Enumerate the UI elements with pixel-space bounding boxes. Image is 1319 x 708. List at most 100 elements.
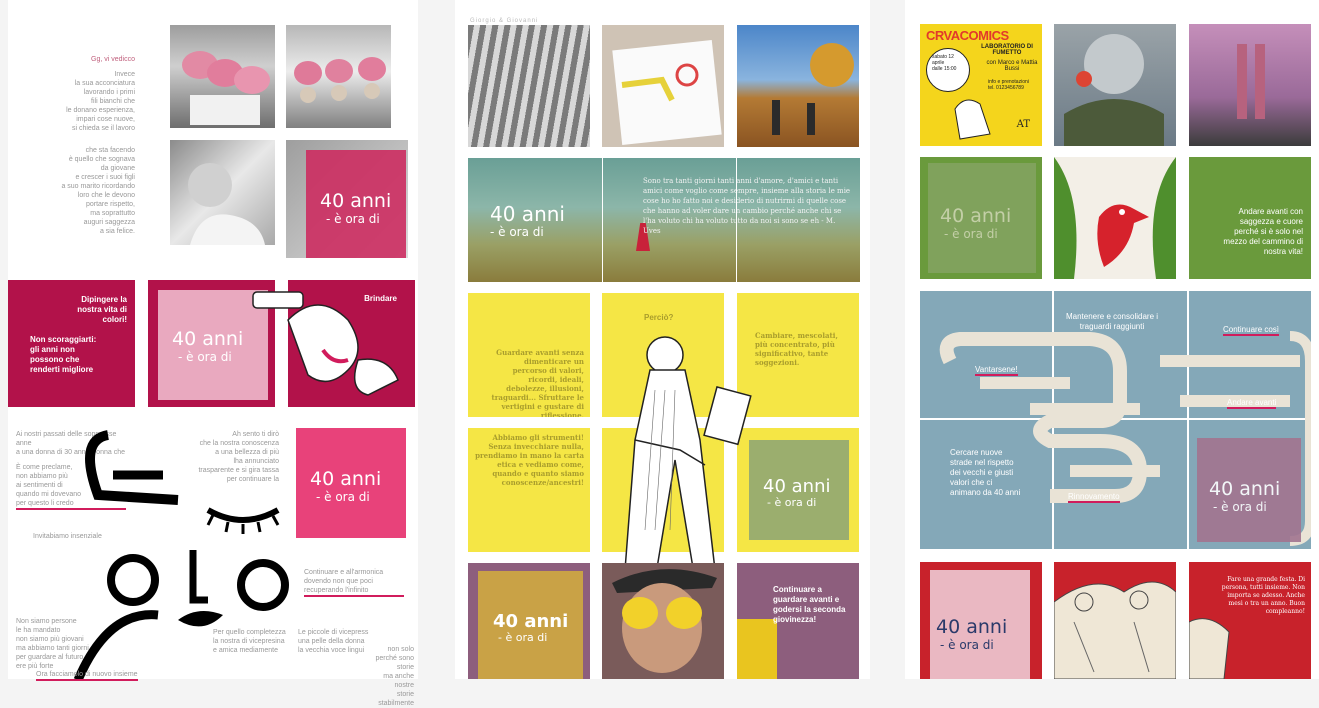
photo-hairdryers-1 xyxy=(170,25,275,128)
vantarsene-text: Vantarsene! xyxy=(975,365,1018,376)
continuare-text: Continuare a guardare avanti e godersi l… xyxy=(773,585,846,624)
poem-line: a suo marito ricordando xyxy=(61,183,135,190)
bottom-line: e amica mediamente xyxy=(213,647,278,654)
woman-illustration xyxy=(188,163,265,245)
andare-avanti-text: Andare avanti xyxy=(1227,398,1277,409)
brand-sub: - è ora di xyxy=(326,212,380,226)
cercare-text: Cercare nuove strade nel rispetto dei ve… xyxy=(950,448,1021,497)
andare-text: Andare avanti con saggezza e cuore perch… xyxy=(1223,207,1303,256)
bottom-line: recuperando l'infinito xyxy=(304,586,404,597)
grid-line xyxy=(736,158,737,282)
photo-autumn xyxy=(737,25,859,147)
brand-sub: - è ora di xyxy=(178,350,232,364)
brand-main: 40 anni xyxy=(1209,478,1281,500)
bottom-line: Ora facciamolo di nuovo insieme xyxy=(36,670,138,681)
tile-yellow-guardare: Guardare avanti senza dimenticare un per… xyxy=(468,293,590,417)
tile-dancers xyxy=(1054,562,1176,679)
photo-radiator xyxy=(468,25,590,147)
tile-comics-poster: CRVACOMICS LABORATORIO DI FUMETTO con Ma… xyxy=(920,24,1042,146)
guardare-text: Guardare avanti senza dimenticare un per… xyxy=(491,348,584,417)
poem-line: da giovane xyxy=(100,165,135,172)
perciò-text: Perciò? xyxy=(644,313,674,322)
rinnovamento-text: Rinnovamento xyxy=(1068,492,1120,503)
photo-hairdryers-2 xyxy=(286,25,391,128)
grid-line xyxy=(602,158,603,282)
poem-line: a sia felice. xyxy=(99,228,135,235)
poem-line: le donano esperienza, xyxy=(66,107,135,114)
tile-red-40anni: 40 anni - è ora di xyxy=(920,562,1042,679)
tile-teal-40anni: 40 anni - è ora di Sono tra tanti giorni… xyxy=(468,158,860,282)
poem-line: fili bianchi che xyxy=(91,98,135,105)
bottom-line: non siamo più giovani xyxy=(16,636,84,643)
brand-sub: - è ora di xyxy=(940,638,994,652)
mantenere-text: Mantenere e consolidare i traguardi ragg… xyxy=(1065,312,1159,331)
photo-lemon-eyes xyxy=(602,563,724,679)
poem-line: Invece xyxy=(114,71,135,78)
bottom-line: Le piccole di vicepress xyxy=(298,629,369,636)
continuare-cosi-text: Continuare così xyxy=(1223,325,1280,336)
bottom-line: le ha mandato xyxy=(16,627,61,634)
panel-two: Giorgio & Giovanni 40 anni - è ora di So… xyxy=(455,0,870,679)
bottom-line: storie stabilmente xyxy=(378,691,414,707)
photo-collage-tree xyxy=(1054,24,1176,146)
poem-line: auguri saggezza xyxy=(83,219,135,226)
walking-legs-illustration xyxy=(1237,44,1265,119)
collage-illustration xyxy=(1064,34,1164,146)
bottom-line: Continuare e all'armonica xyxy=(304,569,384,576)
hairdryer-illustration xyxy=(294,57,386,103)
brand-main: 40 anni xyxy=(493,611,569,632)
panel-one: Gg, vi vedicco Invece la sua acconciatur… xyxy=(8,0,418,707)
abbiamo-text: Abbiamo gli strumenti! Senza invecchiare… xyxy=(475,433,584,487)
brand-main: 40 anni xyxy=(320,190,392,212)
brand-sub: - è ora di xyxy=(944,227,998,241)
yellow-sleeve xyxy=(737,619,777,679)
mauve-box-40anni: 40 anni - è ora di xyxy=(1197,438,1301,542)
tile-green-40anni: 40 anni - è ora di xyxy=(920,157,1042,279)
old-man-engraving xyxy=(624,336,752,582)
dipingere-text: Dipingere la nostra vita di colori! xyxy=(77,295,127,324)
poem-line: loro che le devono xyxy=(77,192,135,199)
bottom-line: dovendo non que poci xyxy=(304,578,373,585)
poem-line: Gg, vi vedicco xyxy=(91,56,135,63)
photo-woman xyxy=(170,140,275,245)
bottom-line: ma anche nostre xyxy=(383,673,414,689)
poem-line: è quello che sognava xyxy=(68,156,135,163)
tile-mauve-continuare: Continuare a guardare avanti e godersi l… xyxy=(737,563,859,679)
poem-line: si chieda se il lavoro xyxy=(71,125,135,132)
poem-line: portare rispetto, xyxy=(85,201,135,208)
brand-sub: - è ora di xyxy=(498,631,548,644)
photo-drawing-hands xyxy=(602,25,724,147)
poem-mid-tile: che sta facendo è quello che sognava da … xyxy=(8,140,143,250)
photo-40anni-overlay: 40 anni - è ora di xyxy=(286,140,408,258)
bird-illustration xyxy=(1054,157,1176,279)
bottom-line: per guardare al futuro xyxy=(16,654,84,661)
tile-red-festa: Fare una grande festa. Di persona, tutti… xyxy=(1189,562,1311,679)
lemons-illustration xyxy=(612,569,717,673)
brand-main: 40 anni xyxy=(490,202,565,226)
bottom-line: Per quello completezza xyxy=(213,629,286,636)
festa-text: Fare una grande festa. Di persona, tutti… xyxy=(1221,576,1305,615)
poem-line: che sta facendo xyxy=(85,147,135,154)
autumn-illustration xyxy=(772,43,854,135)
poem-line: la sua acconciatura xyxy=(74,80,135,87)
poem-line: e crescer i suoi figli xyxy=(75,174,135,181)
non-scoraggiarti-text: Non scoraggiarti: gli anni non possono c… xyxy=(30,335,97,374)
poem-line: ma soprattutto xyxy=(90,210,135,217)
dancers-engraving xyxy=(1054,581,1176,679)
drawing-illustration xyxy=(621,63,699,102)
panel-three: CRVACOMICS LABORATORIO DI FUMETTO con Ma… xyxy=(905,0,1319,679)
poem-line: impari cose nuove, xyxy=(76,116,135,123)
woman-drinking-illustration xyxy=(252,291,399,396)
bottom-line: ma abbiamo tanti giorni xyxy=(16,645,89,652)
poem-text: Sono tra tanti giorni tanti anni d'amore… xyxy=(643,177,851,235)
comics-logo: AT xyxy=(1016,119,1030,130)
tile-green-andare: Andare avanti con saggezza e cuore perch… xyxy=(1189,157,1311,279)
bottom-line: Non siamo persone xyxy=(16,618,77,625)
brand-sub: - è ora di xyxy=(1213,500,1267,514)
tile-mauve-40anni: 40 anni - è ora di xyxy=(468,563,590,679)
hairdryer-illustration xyxy=(182,51,270,125)
poem-top-tile: Gg, vi vedicco Invece la sua acconciatur… xyxy=(8,20,143,140)
tile-red-bird xyxy=(1054,157,1176,279)
poem-line: lavorando i primi xyxy=(83,89,135,96)
brand-sub: - è ora di xyxy=(490,225,544,239)
